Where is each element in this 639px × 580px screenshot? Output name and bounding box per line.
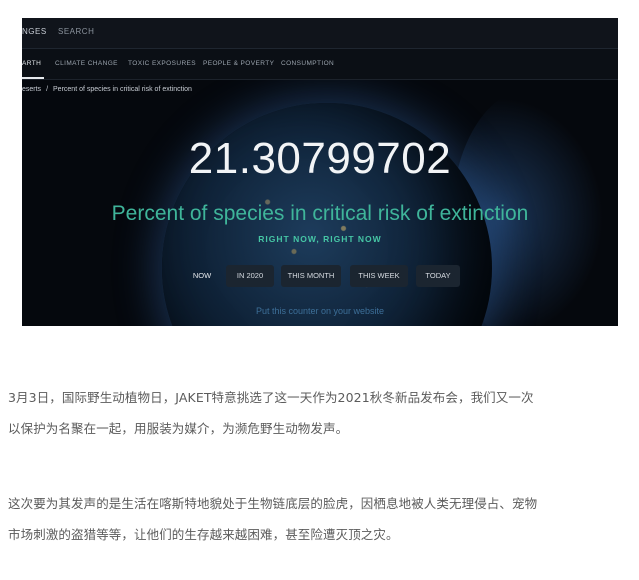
extinction-counter-value: 21.30799702 bbox=[188, 134, 452, 183]
breadcrumb-parent[interactable]: eserts bbox=[22, 86, 41, 93]
tab-earth[interactable]: ARTH bbox=[22, 60, 41, 67]
tab-toxic-exposures[interactable]: TOXIC EXPOSURES bbox=[128, 60, 196, 67]
counter-tagline: RIGHT NOW, RIGHT NOW bbox=[258, 234, 382, 244]
paragraph-2-line-1: 这次要为其发声的是生活在喀斯特地貌处于生物链底层的脸虎，因栖息地被人类无理侵占、… bbox=[8, 496, 538, 511]
article-paragraph-1: 3月3日，国际野生动植物日，JAKET特意挑选了这一天作为2021秋冬新品发布会… bbox=[8, 382, 633, 444]
embed-counter-link[interactable]: Put this counter on your website bbox=[22, 306, 618, 316]
this-week-button[interactable]: THIS WEEK bbox=[350, 265, 408, 287]
today-button[interactable]: TODAY bbox=[416, 265, 460, 287]
embedded-screenshot: NGES SEARCH ARTH CLIMATE CHANGE TOXIC EX… bbox=[22, 18, 618, 326]
paragraph-1-line-1: 3月3日，国际野生动植物日，JAKET特意挑选了这一天作为2021秋冬新品发布会… bbox=[8, 390, 534, 405]
time-range-buttons: NOW IN 2020 THIS MONTH THIS WEEK TODAY bbox=[22, 265, 618, 287]
breadcrumb-separator: / bbox=[46, 86, 49, 93]
now-button[interactable]: NOW bbox=[184, 265, 220, 287]
active-tab-indicator bbox=[22, 77, 44, 79]
article-paragraph-2: 这次要为其发声的是生活在喀斯特地貌处于生物链底层的脸虎，因栖息地被人类无理侵占、… bbox=[8, 488, 633, 550]
nav-item-search[interactable]: SEARCH bbox=[58, 27, 94, 36]
tab-climate-change[interactable]: CLIMATE CHANGE bbox=[55, 60, 118, 67]
tab-people-poverty[interactable]: PEOPLE & POVERTY bbox=[203, 60, 274, 67]
top-nav: NGES SEARCH bbox=[22, 18, 618, 49]
this-month-button[interactable]: THIS MONTH bbox=[281, 265, 341, 287]
breadcrumb: eserts / Percent of species in critical ri… bbox=[22, 86, 192, 93]
category-nav: ARTH CLIMATE CHANGE TOXIC EXPOSURES PEOP… bbox=[22, 49, 618, 80]
paragraph-1-line-2: 以保护为名聚在一起，用服装为媒介，为濒危野生动物发声。 bbox=[8, 421, 349, 436]
counter-subtitle: Percent of species in critical risk of e… bbox=[111, 202, 529, 225]
tab-consumption[interactable]: CONSUMPTION bbox=[281, 60, 334, 67]
paragraph-2-line-2: 市场刺激的盗猎等等，让他们的生存越来越困难，甚至险遭灭顶之灾。 bbox=[8, 527, 399, 542]
breadcrumb-current: Percent of species in critical risk of e… bbox=[53, 86, 192, 93]
nav-item-changes[interactable]: NGES bbox=[22, 27, 47, 36]
in-2020-button[interactable]: IN 2020 bbox=[226, 265, 274, 287]
